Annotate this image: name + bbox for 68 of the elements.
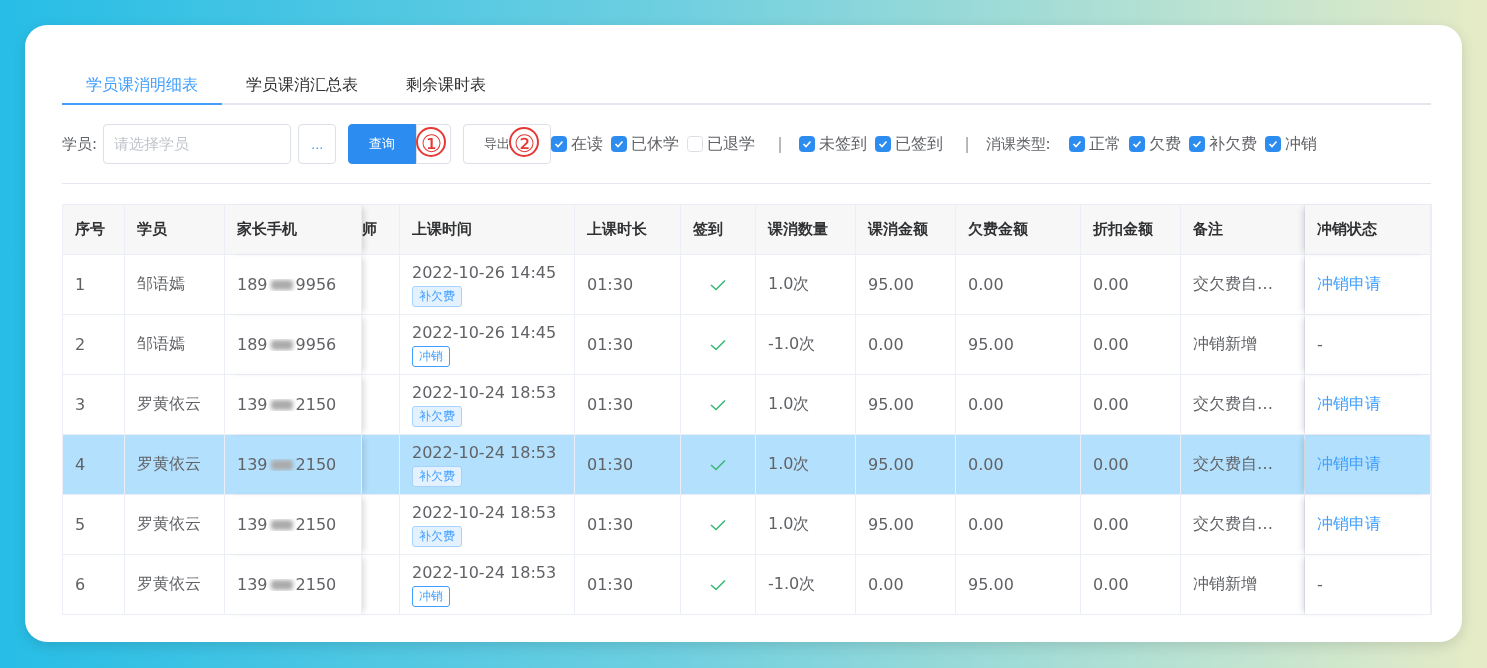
table-cell: 冲销新增: [1181, 555, 1305, 615]
tab[interactable]: 剩余课时表: [382, 70, 510, 105]
table-cell: 95.00: [956, 555, 1081, 615]
phone-digits: 139: [237, 455, 268, 474]
checkbox[interactable]: [1264, 136, 1281, 152]
class-time: 2022-10-26 14:45: [412, 262, 558, 282]
table-row[interactable]: 5 罗黄依云 139 2150 2022-10-24 18:53 补欠费 01:30 1.0次 95.00 0.00 0.00 交欠费自… 冲销申请: [63, 495, 1431, 555]
dropdown-button[interactable]: [416, 124, 452, 164]
checkbox[interactable]: [1128, 136, 1145, 152]
annotation-number: ②: [509, 127, 540, 157]
phone-digits: 2150: [295, 455, 337, 474]
checkbox-label: 已签到: [894, 133, 943, 155]
table-row[interactable]: 6 罗黄依云 139 2150 2022-10-24 18:53 冲销 01:30 -1.0次 0.00 95.00 0.00 冲销新增 -: [63, 555, 1431, 615]
checkbox-label: 补欠费: [1208, 133, 1257, 155]
table-cell: 01:30: [575, 555, 681, 615]
type-tag: 补欠费: [412, 525, 462, 547]
class-time: 2022-10-26 14:45: [412, 322, 558, 342]
separator: |: [777, 135, 783, 153]
phone-digits: 139: [237, 575, 268, 594]
checkbox-label: 未签到: [818, 133, 867, 155]
student-field[interactable]: 请选择学员: [103, 124, 292, 164]
phone-digits: 189: [237, 275, 268, 294]
checkbox-label: 欠费: [1148, 133, 1181, 155]
status-text: -: [1317, 335, 1324, 354]
checkbox-label: 在读: [571, 133, 604, 155]
class-time: 2022-10-24 18:53: [412, 502, 558, 522]
checkbox[interactable]: [611, 136, 628, 152]
type-tag: 补欠费: [412, 405, 462, 427]
checkbox[interactable]: [1068, 136, 1085, 152]
phone-digits: 189: [237, 335, 268, 354]
separator: |: [964, 135, 970, 153]
phone-digits: 9956: [295, 275, 337, 294]
checkbox-label: 已休学: [631, 133, 680, 155]
student-label: 学员:: [62, 134, 98, 154]
tab[interactable]: 学员课消汇总表: [222, 70, 382, 105]
annotation-number: ①: [416, 127, 447, 157]
type-tag: 补欠费: [412, 285, 462, 307]
table-cell: 6: [63, 555, 125, 615]
query-button[interactable]: 查询: [348, 124, 417, 164]
class-time: 2022-10-24 18:53: [412, 562, 558, 582]
phone-digits: 2150: [295, 395, 337, 414]
class-time: 2022-10-24 18:53: [412, 442, 558, 462]
checkbox[interactable]: [1188, 136, 1205, 152]
type-tag: 补欠费: [412, 465, 462, 487]
table-row[interactable]: 1 邹语嫣 189 9956 2022-10-26 14:45 补欠费 01:30 1.0次 95.00 0.00 0.00 交欠费自… 冲销申请: [63, 255, 1431, 315]
class-time: 2022-10-24 18:53: [412, 382, 558, 402]
checkbox[interactable]: [874, 136, 891, 152]
table-row[interactable]: 2 邹语嫣 189 9956 2022-10-26 14:45 冲销 01:30 -1.0次 0.00 95.00 0.00 冲销新增 -: [63, 315, 1431, 375]
phone-digits: 2150: [295, 575, 337, 594]
table-cell: 0.00: [856, 555, 956, 615]
table-cell: 罗黄依云: [125, 555, 225, 615]
type-tag: 冲销: [412, 345, 450, 367]
checkbox[interactable]: [798, 136, 815, 152]
checkbox-label: 冲销: [1284, 133, 1317, 155]
phone-digits: 139: [237, 395, 268, 414]
phone-digits: 9956: [295, 335, 337, 354]
checkbox-label: 正常: [1088, 133, 1121, 155]
table-cell: -1.0次: [756, 555, 856, 615]
phone-digits: 2150: [295, 515, 337, 534]
table-cell: 0.00: [1081, 555, 1181, 615]
type-tag: 冲销: [412, 585, 450, 607]
phone-digits: 139: [237, 515, 268, 534]
checkbox-label: 已退学: [707, 133, 756, 155]
table-row[interactable]: 4 罗黄依云 139 2150 2022-10-24 18:53 补欠费 01:30 1.0次 95.00 0.00 0.00 交欠费自… 冲销申请: [63, 435, 1431, 495]
type-label: 消课类型:: [985, 134, 1051, 154]
status-text: -: [1317, 575, 1324, 594]
checkbox[interactable]: [551, 136, 568, 152]
table-row[interactable]: 3 罗黄依云 139 2150 2022-10-24 18:53 补欠费 01:30 1.0次 95.00 0.00 0.00 交欠费自… 冲销申请: [63, 375, 1431, 435]
